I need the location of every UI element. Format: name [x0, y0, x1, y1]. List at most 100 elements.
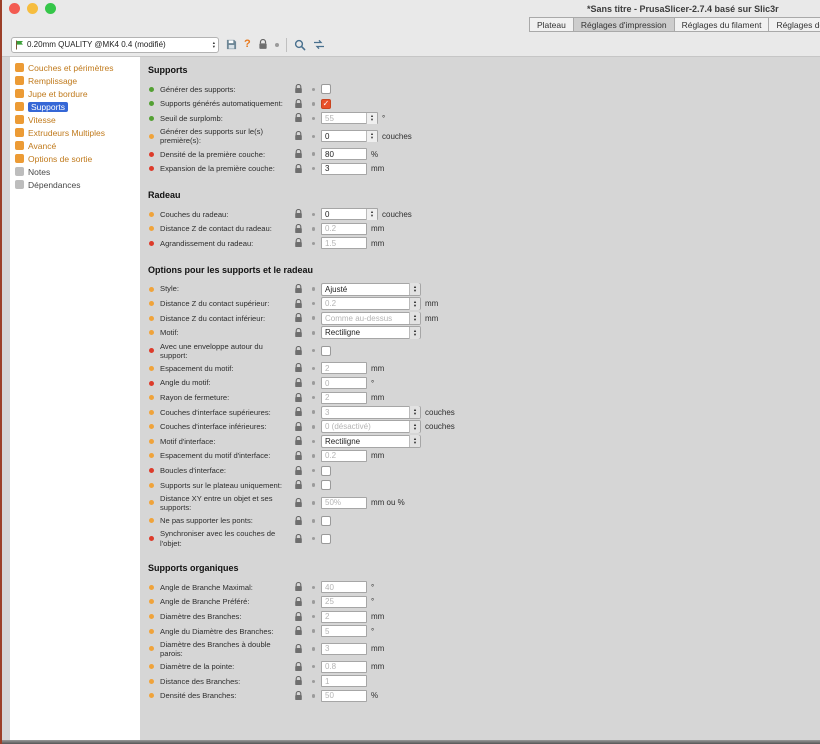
save-preset-icon[interactable] [226, 39, 237, 50]
generer-des-supports-checkbox[interactable] [321, 84, 331, 94]
lock-icon[interactable] [290, 84, 306, 94]
lock-icon[interactable] [290, 313, 306, 323]
lock-icon[interactable] [290, 299, 306, 309]
close-window-button[interactable] [9, 3, 20, 14]
lock-icon[interactable] [290, 363, 306, 373]
lock-icon[interactable] [290, 451, 306, 461]
distance-des-branches-input[interactable]: 1 [321, 675, 367, 687]
angle-de-branche-prefere-input[interactable]: 25 [321, 596, 367, 608]
motif-d-interface-select[interactable]: Rectiligne▴▾ [321, 435, 421, 448]
synchroniser-avec-les-couches-de-l-objet-checkbox[interactable] [321, 534, 331, 544]
lock-icon[interactable] [290, 644, 306, 654]
lock-icon[interactable] [290, 626, 306, 636]
lock-icon[interactable] [290, 597, 306, 607]
lock-icon[interactable] [290, 346, 306, 356]
supports-sur-le-plateau-uniquement-checkbox[interactable] [321, 480, 331, 490]
minimize-window-button[interactable] [27, 3, 38, 14]
couches-du-radeau-input[interactable]: 0▴▾ [321, 208, 378, 220]
lock-icon[interactable] [290, 676, 306, 686]
stepper-arrows[interactable]: ▴▾ [366, 209, 377, 220]
lock-icon[interactable] [290, 238, 306, 248]
ne-pas-supporter-les-ponts-checkbox[interactable] [321, 516, 331, 526]
tab-reglages-de-l-imprimante[interactable]: Réglages de l'imprimante [768, 17, 820, 32]
sidebar-item-remplissage[interactable]: Remplissage [10, 74, 140, 87]
angle-du-diametre-des-branches-input[interactable]: 5 [321, 625, 367, 637]
diametre-des-branches-a-double-parois-input[interactable]: 3 [321, 643, 367, 655]
lock-icon[interactable] [290, 691, 306, 701]
input-value: 55 [325, 114, 366, 123]
lock-icon[interactable] [290, 209, 306, 219]
motif-select[interactable]: Rectiligne▴▾ [321, 326, 421, 339]
lock-icon[interactable] [290, 612, 306, 622]
lock-icon[interactable] [290, 498, 306, 508]
spin-down-icon[interactable]: ▾ [371, 136, 373, 140]
sidebar-item-extrudeurs-multiples[interactable]: Extrudeurs Multiples [10, 126, 140, 139]
search-icon[interactable] [294, 39, 306, 51]
stepper-arrows[interactable]: ▴▾ [366, 113, 377, 124]
sidebar-item-jupe-et-bordure[interactable]: Jupe et bordure [10, 87, 140, 100]
expansion-de-la-premiere-couche-input[interactable]: 3 [321, 163, 367, 175]
tab-reglages-du-filament[interactable]: Réglages du filament [674, 17, 770, 32]
tab-reglages-d-impression[interactable]: Réglages d'impression [573, 17, 675, 32]
agrandissement-du-radeau-input[interactable]: 1.5 [321, 237, 367, 249]
distance-z-de-contact-du-radeau-input[interactable]: 0.2 [321, 223, 367, 235]
spin-down-icon[interactable]: ▾ [371, 214, 373, 218]
lock-icon[interactable] [290, 328, 306, 338]
avec-une-enveloppe-autour-du-support-checkbox[interactable] [321, 346, 331, 356]
distance-z-du-contact-superieur-select[interactable]: 0.2▴▾ [321, 297, 421, 310]
lock-icon[interactable] [290, 534, 306, 544]
spin-down-icon[interactable]: ▾ [371, 118, 373, 122]
lock-preset-icon[interactable] [258, 39, 268, 50]
lock-icon[interactable] [290, 284, 306, 294]
sidebar-item-supports[interactable]: Supports [10, 100, 140, 113]
densite-de-la-premiere-couche-input[interactable]: 80 [321, 148, 367, 160]
lock-glyph [294, 534, 303, 544]
densite-des-branches-input[interactable]: 50 [321, 690, 367, 702]
lock-icon[interactable] [290, 149, 306, 159]
distance-z-du-contact-inferieur-select[interactable]: Comme au-dessus▴▾ [321, 312, 421, 325]
zoom-window-button[interactable] [45, 3, 56, 14]
supports-generes-automatiquement-checkbox[interactable]: ✓ [321, 99, 331, 109]
lock-icon[interactable] [290, 393, 306, 403]
help-button[interactable]: ? [244, 39, 251, 50]
tab-plateau[interactable]: Plateau [529, 17, 574, 32]
sidebar-item-vitesse[interactable]: Vitesse [10, 113, 140, 126]
lock-icon[interactable] [290, 131, 306, 141]
lock-icon[interactable] [290, 113, 306, 123]
lock-icon[interactable] [290, 164, 306, 174]
angle-de-branche-maximal-input[interactable]: 40 [321, 581, 367, 593]
diametre-de-la-pointe-input[interactable]: 0.8 [321, 661, 367, 673]
compare-presets-icon[interactable] [313, 39, 325, 50]
lock-icon[interactable] [290, 582, 306, 592]
sidebar-item-avance[interactable]: Avancé [10, 139, 140, 152]
lock-icon[interactable] [290, 407, 306, 417]
lock-icon[interactable] [290, 378, 306, 388]
sidebar-item-dependances[interactable]: Dépendances [10, 178, 140, 191]
boucles-d-interface-checkbox[interactable] [321, 466, 331, 476]
lock-icon[interactable] [290, 480, 306, 490]
lock-icon[interactable] [290, 99, 306, 109]
espacement-du-motif-input[interactable]: 2 [321, 362, 367, 374]
lock-icon[interactable] [290, 466, 306, 476]
stepper-arrows[interactable]: ▴▾ [366, 131, 377, 142]
chevron-down-icon: ▴▾ [409, 312, 420, 324]
espacement-du-motif-d-interface-input[interactable]: 0.2 [321, 450, 367, 462]
couches-d-interface-inferieures-select[interactable]: 0 (désactivé)▴▾ [321, 420, 421, 433]
lock-icon[interactable] [290, 662, 306, 672]
sidebar-item-couches-et-perimetres[interactable]: Couches et périmètres [10, 61, 140, 74]
lock-icon[interactable] [290, 516, 306, 526]
angle-du-motif-input[interactable]: 0 [321, 377, 367, 389]
lock-icon[interactable] [290, 224, 306, 234]
sidebar-item-notes[interactable]: Notes [10, 165, 140, 178]
sidebar-item-options-de-sortie[interactable]: Options de sortie [10, 152, 140, 165]
seuil-de-surplomb-input[interactable]: 55▴▾ [321, 112, 378, 124]
distance-xy-entre-un-objet-et-ses-supports-input[interactable]: 50% [321, 497, 367, 509]
style-select[interactable]: Ajusté▴▾ [321, 283, 421, 296]
lock-icon[interactable] [290, 422, 306, 432]
generer-des-supports-sur-le-s-premiere-s-input[interactable]: 0▴▾ [321, 130, 378, 142]
rayon-de-fermeture-input[interactable]: 2 [321, 392, 367, 404]
preset-combo[interactable]: 0.20mm QUALITY @MK4 0.4 (modifié) ▴▾ [11, 37, 219, 53]
lock-icon[interactable] [290, 436, 306, 446]
diametre-des-branches-input[interactable]: 2 [321, 611, 367, 623]
couches-d-interface-superieures-select[interactable]: 3▴▾ [321, 406, 421, 419]
